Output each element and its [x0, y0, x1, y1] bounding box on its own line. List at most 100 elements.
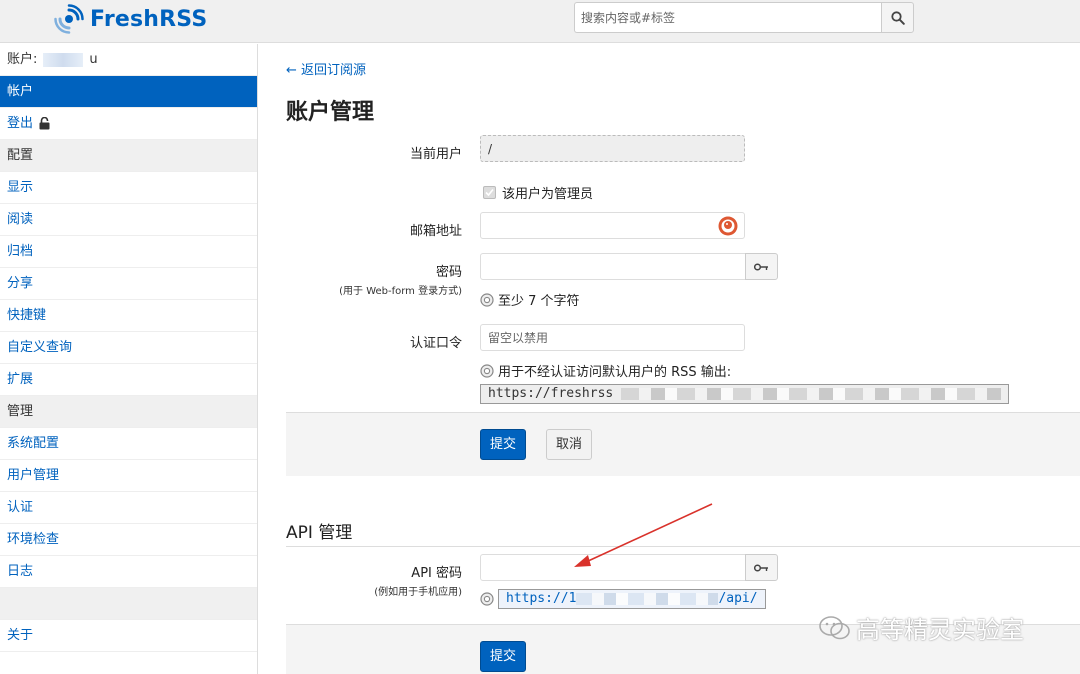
api-url[interactable]: https://1/api/ — [498, 589, 766, 609]
token-label: 认证口令 — [409, 336, 462, 351]
password-input[interactable] — [481, 254, 745, 279]
duckduckgo-icon[interactable] — [718, 216, 738, 236]
sidebar-item-label: 登出 — [7, 115, 34, 131]
password-sublabel: (用于 Web-form 登录方式) — [339, 286, 462, 297]
password-help-text: 至少 7 个字符 — [498, 294, 580, 309]
sidebar-item-label: 系统配置 — [7, 435, 60, 451]
sidebar-item-label: 自定义查询 — [7, 339, 73, 355]
page-title: 账户管理 — [286, 100, 375, 125]
redacted-url — [576, 592, 719, 605]
sidebar-separator — [0, 588, 257, 620]
account-form-actions: 提交 取消 — [286, 412, 1080, 476]
api-url-suffix: /api/ — [718, 591, 758, 606]
sidebar-section-config: 配置 — [0, 140, 257, 172]
password-field[interactable] — [480, 253, 746, 280]
password-help: 至少 7 个字符 — [480, 290, 580, 309]
api-section-title: API 管理 — [286, 523, 353, 543]
watermark: 高等精灵实验室 — [818, 610, 1024, 645]
sidebar-item-label: 扩展 — [7, 371, 34, 387]
account-label: 账户: — [7, 51, 38, 67]
main-content: ← 返回订阅源 账户管理 当前用户 该用户为管理员 邮箱地址 密码 (用于 We… — [286, 44, 1080, 674]
sidebar-item-system[interactable]: 系统配置 — [0, 428, 257, 460]
submit-button[interactable]: 提交 — [480, 429, 527, 460]
password-label: 密码 — [435, 265, 462, 280]
api-password-label: API 密码 — [411, 566, 462, 581]
sidebar-item-auth[interactable]: 认证 — [0, 492, 257, 524]
sidebar-item-about[interactable]: 关于 — [0, 620, 257, 652]
sidebar-account: 账户: u — [0, 44, 257, 76]
admin-checkbox-row: 该用户为管理员 — [483, 183, 593, 202]
search-input[interactable] — [574, 2, 881, 33]
current-user-field — [480, 135, 745, 162]
help-icon — [480, 292, 494, 307]
sidebar-section-label: 配置 — [7, 147, 34, 163]
email-label: 邮箱地址 — [409, 224, 462, 239]
token-help-text: 用于不经认证访问默认用户的 RSS 输出: — [498, 365, 732, 380]
show-password-button[interactable] — [745, 253, 778, 280]
current-user-label: 当前用户 — [409, 147, 462, 162]
freshrss-logo-icon — [54, 4, 84, 34]
api-password-sublabel: (例如用于手机应用) — [374, 587, 462, 598]
sidebar-item-users[interactable]: 用户管理 — [0, 460, 257, 492]
lock-icon — [39, 117, 50, 130]
back-to-feeds-link[interactable]: ← 返回订阅源 — [286, 59, 366, 78]
sidebar-item-label: 关于 — [7, 627, 34, 643]
sidebar-item-label: 日志 — [7, 563, 34, 579]
search-button[interactable] — [881, 2, 914, 33]
help-icon — [480, 363, 494, 378]
sidebar-item-reading[interactable]: 阅读 — [0, 204, 257, 236]
sidebar-section-label: 管理 — [7, 403, 34, 419]
app-name: FreshRSS — [90, 6, 208, 32]
current-user-input — [481, 136, 744, 161]
api-password-input[interactable] — [481, 555, 745, 580]
sidebar-item-sharing[interactable]: 分享 — [0, 268, 257, 300]
sidebar-item-label: 环境检查 — [7, 531, 60, 547]
sidebar-item-extensions[interactable]: 扩展 — [0, 364, 257, 396]
token-input[interactable] — [481, 325, 744, 350]
top-header: FreshRSS — [0, 0, 1080, 43]
sidebar-item-logout[interactable]: 登出 — [0, 108, 257, 140]
sidebar-item-label: 用户管理 — [7, 467, 60, 483]
checkmark-icon — [485, 188, 494, 197]
show-api-password-button[interactable] — [745, 554, 778, 581]
sidebar: 账户: u 帐户 登出 配置 显示 阅读 归档 分享 快捷键 自定义查询 扩展 … — [0, 44, 258, 674]
sidebar-item-queries[interactable]: 自定义查询 — [0, 332, 257, 364]
search-bar — [574, 2, 914, 33]
section-divider — [286, 546, 1080, 547]
sidebar-item-label: 分享 — [7, 275, 34, 291]
sidebar-item-shortcuts[interactable]: 快捷键 — [0, 300, 257, 332]
watermark-text: 高等精灵实验室 — [856, 616, 1024, 644]
token-field[interactable] — [480, 324, 745, 351]
sidebar-item-label: 显示 — [7, 179, 34, 195]
key-icon — [754, 563, 768, 572]
account-name-redacted — [43, 52, 84, 67]
account-suffix: u — [89, 51, 98, 67]
app-logo[interactable]: FreshRSS — [54, 4, 207, 34]
api-submit-button[interactable]: 提交 — [480, 641, 527, 672]
sidebar-item-check-install[interactable]: 环境检查 — [0, 524, 257, 556]
token-help: 用于不经认证访问默认用户的 RSS 输出: — [480, 361, 731, 380]
sidebar-item-label: 归档 — [7, 243, 34, 259]
api-url-help — [480, 592, 494, 606]
wechat-icon — [819, 615, 850, 639]
key-icon — [754, 262, 768, 271]
email-input[interactable] — [481, 213, 744, 238]
admin-checkbox-label: 该用户为管理员 — [502, 187, 594, 202]
email-field[interactable] — [480, 212, 745, 239]
sidebar-section-admin: 管理 — [0, 396, 257, 428]
cancel-button[interactable]: 取消 — [546, 429, 593, 460]
sidebar-item-account[interactable]: 帐户 — [0, 76, 257, 108]
api-password-field[interactable] — [480, 554, 746, 581]
sidebar-item-label: 帐户 — [7, 83, 34, 99]
search-icon — [890, 10, 905, 25]
sidebar-item-label: 阅读 — [7, 211, 34, 227]
token-rss-url[interactable]: https://freshrss — [480, 384, 1009, 404]
token-url-text: https://freshrss — [488, 386, 614, 401]
sidebar-item-label: 快捷键 — [7, 307, 47, 323]
sidebar-item-archiving[interactable]: 归档 — [0, 236, 257, 268]
admin-checkbox[interactable] — [483, 186, 496, 199]
redacted-url — [621, 387, 1002, 400]
sidebar-item-logs[interactable]: 日志 — [0, 556, 257, 588]
sidebar-item-display[interactable]: 显示 — [0, 172, 257, 204]
help-icon — [480, 592, 494, 606]
